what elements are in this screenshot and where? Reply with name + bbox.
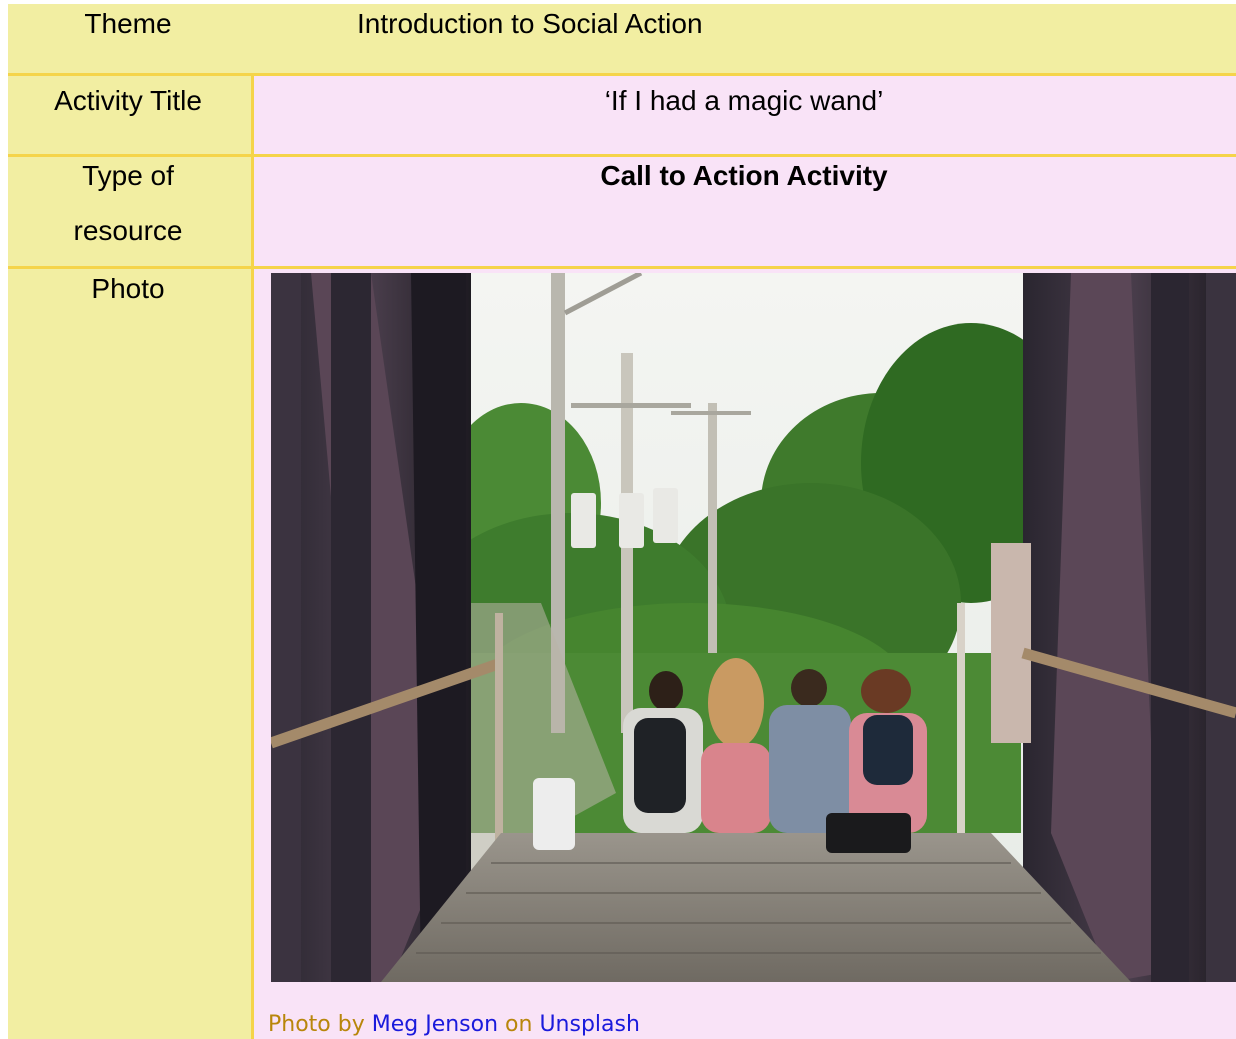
theme-label: Theme (84, 8, 172, 39)
bridge-photo (271, 273, 1236, 982)
author-link[interactable]: Meg Jenson (372, 1012, 498, 1037)
unsplash-link[interactable]: Unsplash (539, 1012, 639, 1037)
activity-title-value: ‘If I had a magic wand’ (604, 85, 884, 116)
resource-type-label-line1: Type of (82, 160, 174, 191)
photo-label: Photo (91, 273, 165, 304)
activity-title-label: Activity Title (54, 85, 202, 116)
photo-credit: Photo by Meg Jenson on Unsplash (268, 1012, 640, 1037)
resource-type-value: Call to Action Activity (600, 160, 888, 191)
credit-prefix: Photo by (268, 1012, 365, 1037)
credit-middle: on (505, 1012, 533, 1037)
column-divider (251, 74, 254, 1039)
resource-type-label-line2: resource (73, 215, 183, 246)
resource-table: Theme Introduction to Social Action Acti… (0, 0, 1236, 1039)
theme-value: Introduction to Social Action (357, 8, 703, 39)
